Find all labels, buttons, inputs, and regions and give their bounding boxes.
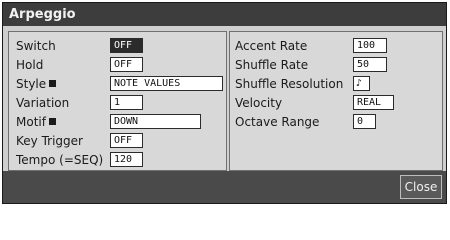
- switch-label: Switch: [16, 39, 56, 53]
- key-trigger-label: Key Trigger: [16, 134, 83, 148]
- dialog-footer: Close: [3, 171, 446, 203]
- tempo-field[interactable]: 120: [110, 152, 143, 167]
- hold-field[interactable]: OFF: [110, 57, 143, 72]
- motif-field[interactable]: DOWN: [110, 114, 201, 129]
- shuffle-rate-field[interactable]: 50: [353, 57, 387, 72]
- style-field[interactable]: NOTE VALUES: [110, 76, 223, 91]
- variation-field[interactable]: 1: [110, 95, 143, 110]
- motif-label: Motif: [16, 114, 56, 130]
- left-params-panel: Switch OFF Hold OFF Style NOTE VALUES Va…: [8, 31, 227, 171]
- list-icon: [48, 118, 56, 125]
- octave-range-field[interactable]: 0: [353, 114, 376, 129]
- right-params-panel: Accent Rate 100 Shuffle Rate 50 Shuffle …: [229, 31, 443, 171]
- list-icon: [49, 80, 57, 87]
- dialog-title: Arpeggio: [3, 3, 446, 26]
- arpeggio-dialog: Arpeggio Switch OFF Hold OFF Style NOTE …: [2, 2, 447, 204]
- shuffle-rate-label: Shuffle Rate: [235, 58, 309, 72]
- style-label: Style: [16, 76, 57, 92]
- close-button[interactable]: Close: [400, 175, 442, 199]
- shuffle-resolution-label: Shuffle Resolution: [235, 77, 344, 91]
- accent-rate-field[interactable]: 100: [353, 38, 387, 53]
- hold-label: Hold: [16, 58, 44, 72]
- velocity-field[interactable]: REAL: [353, 95, 394, 110]
- variation-label: Variation: [16, 96, 70, 110]
- shuffle-resolution-field[interactable]: ♪: [353, 76, 370, 91]
- octave-range-label: Octave Range: [235, 115, 320, 129]
- velocity-label: Velocity: [235, 96, 283, 110]
- accent-rate-label: Accent Rate: [235, 39, 308, 53]
- switch-field[interactable]: OFF: [110, 38, 143, 53]
- tempo-label: Tempo (=SEQ): [16, 153, 104, 167]
- key-trigger-field[interactable]: OFF: [110, 133, 143, 148]
